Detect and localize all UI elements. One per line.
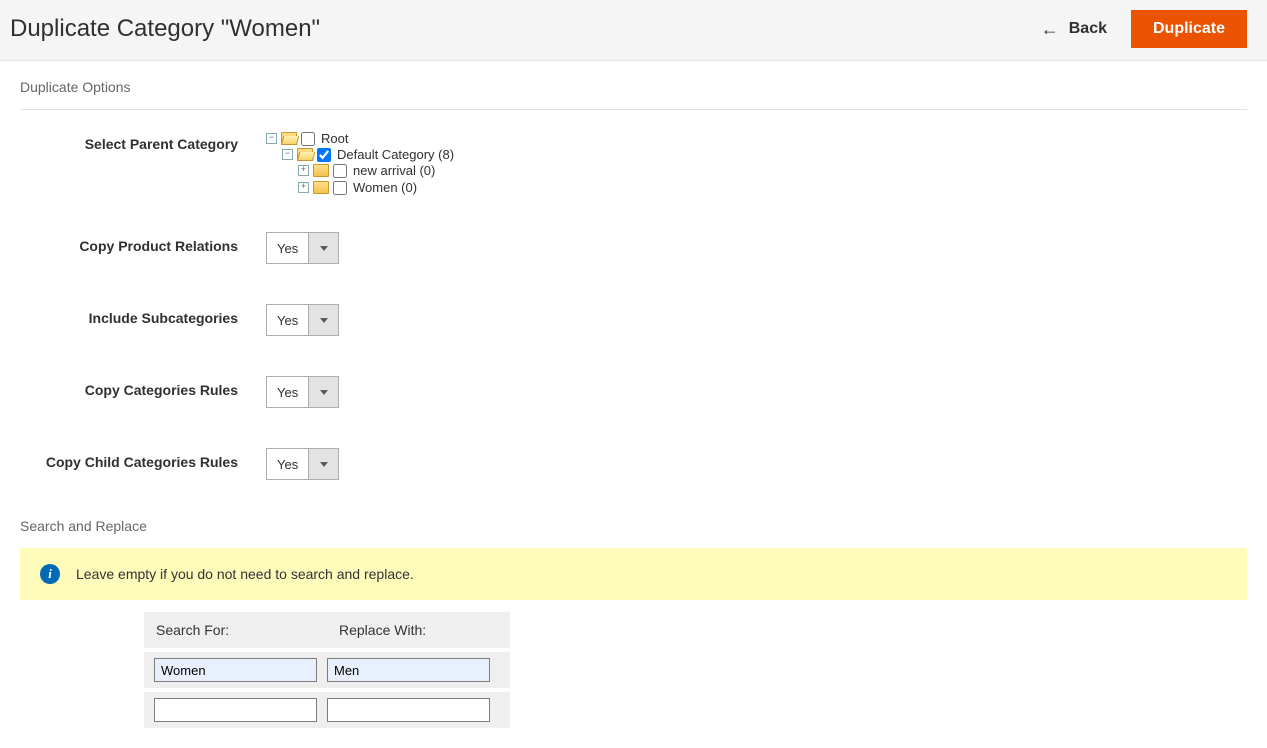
select-value: Yes (267, 233, 308, 263)
chevron-down-icon[interactable] (308, 305, 338, 335)
field-control: Root Default Category (8) (266, 130, 454, 198)
info-icon: i (40, 564, 60, 584)
info-banner: i Leave empty if you do not need to sear… (20, 548, 1247, 600)
tree-checkbox-default-category[interactable] (317, 148, 331, 162)
back-arrow-icon: ← (1041, 20, 1059, 38)
tree-checkbox-women[interactable] (333, 181, 347, 195)
folder-icon (297, 148, 313, 161)
page-header: Duplicate Category "Women" ← Back Duplic… (0, 0, 1267, 61)
page-title: Duplicate Category "Women" (10, 15, 320, 43)
back-button[interactable]: ← Back (1041, 20, 1107, 38)
chevron-down-icon[interactable] (308, 233, 338, 263)
replace-with-input[interactable] (327, 658, 490, 682)
field-copy-categories-rules: Copy Categories Rules Yes (20, 376, 1247, 408)
info-text: Leave empty if you do not need to search… (76, 566, 414, 582)
folder-icon (281, 132, 297, 145)
replace-with-input[interactable] (327, 698, 490, 722)
field-copy-child-categories-rules: Copy Child Categories Rules Yes (20, 448, 1247, 480)
search-for-input[interactable] (154, 698, 317, 722)
field-label: Include Subcategories (20, 304, 266, 326)
tree-checkbox-new-arrival[interactable] (333, 164, 347, 178)
tree-node-default-category[interactable]: Default Category (8) (282, 147, 454, 162)
section-title-duplicate-options: Duplicate Options (20, 71, 1247, 110)
tree-node-root[interactable]: Root (266, 131, 454, 146)
chevron-down-icon[interactable] (308, 449, 338, 479)
column-header-replace-with: Replace With: (327, 612, 510, 648)
select-include-subcategories[interactable]: Yes (266, 304, 339, 336)
tree-label: Root (319, 131, 348, 146)
select-value: Yes (267, 305, 308, 335)
tree-node-women[interactable]: Women (0) (298, 180, 454, 195)
page-content: Duplicate Options Select Parent Category… (0, 61, 1267, 748)
select-copy-categories-rules[interactable]: Yes (266, 376, 339, 408)
tree-node-new-arrival[interactable]: new arrival (0) (298, 163, 454, 178)
page-actions: ← Back Duplicate (1041, 10, 1247, 48)
tree-toggle-icon[interactable] (266, 133, 277, 144)
tree-toggle-icon[interactable] (298, 182, 309, 193)
search-for-input[interactable] (154, 658, 317, 682)
field-label: Copy Child Categories Rules (20, 448, 266, 470)
field-copy-product-relations: Copy Product Relations Yes (20, 232, 1247, 264)
select-copy-child-categories-rules[interactable]: Yes (266, 448, 339, 480)
field-label: Select Parent Category (20, 130, 266, 152)
field-label: Copy Product Relations (20, 232, 266, 254)
duplicate-button[interactable]: Duplicate (1131, 10, 1247, 48)
back-label: Back (1069, 20, 1107, 38)
field-label: Copy Categories Rules (20, 376, 266, 398)
select-copy-product-relations[interactable]: Yes (266, 232, 339, 264)
field-select-parent-category: Select Parent Category Root (20, 130, 1247, 198)
folder-icon (313, 181, 329, 194)
table-row (144, 692, 510, 728)
category-tree: Root Default Category (8) (266, 130, 454, 198)
tree-label: Default Category (8) (335, 147, 454, 162)
section-title-search-replace: Search and Replace (20, 510, 1247, 548)
select-value: Yes (267, 449, 308, 479)
tree-toggle-icon[interactable] (282, 149, 293, 160)
chevron-down-icon[interactable] (308, 377, 338, 407)
tree-toggle-icon[interactable] (298, 165, 309, 176)
select-value: Yes (267, 377, 308, 407)
folder-icon (313, 164, 329, 177)
table-row (144, 652, 510, 688)
table-header-row: Search For: Replace With: (144, 612, 510, 648)
field-include-subcategories: Include Subcategories Yes (20, 304, 1247, 336)
search-replace-table: Search For: Replace With: (144, 612, 510, 728)
tree-checkbox-root[interactable] (301, 132, 315, 146)
tree-label: new arrival (0) (351, 163, 435, 178)
tree-label: Women (0) (351, 180, 417, 195)
column-header-search-for: Search For: (144, 612, 327, 648)
